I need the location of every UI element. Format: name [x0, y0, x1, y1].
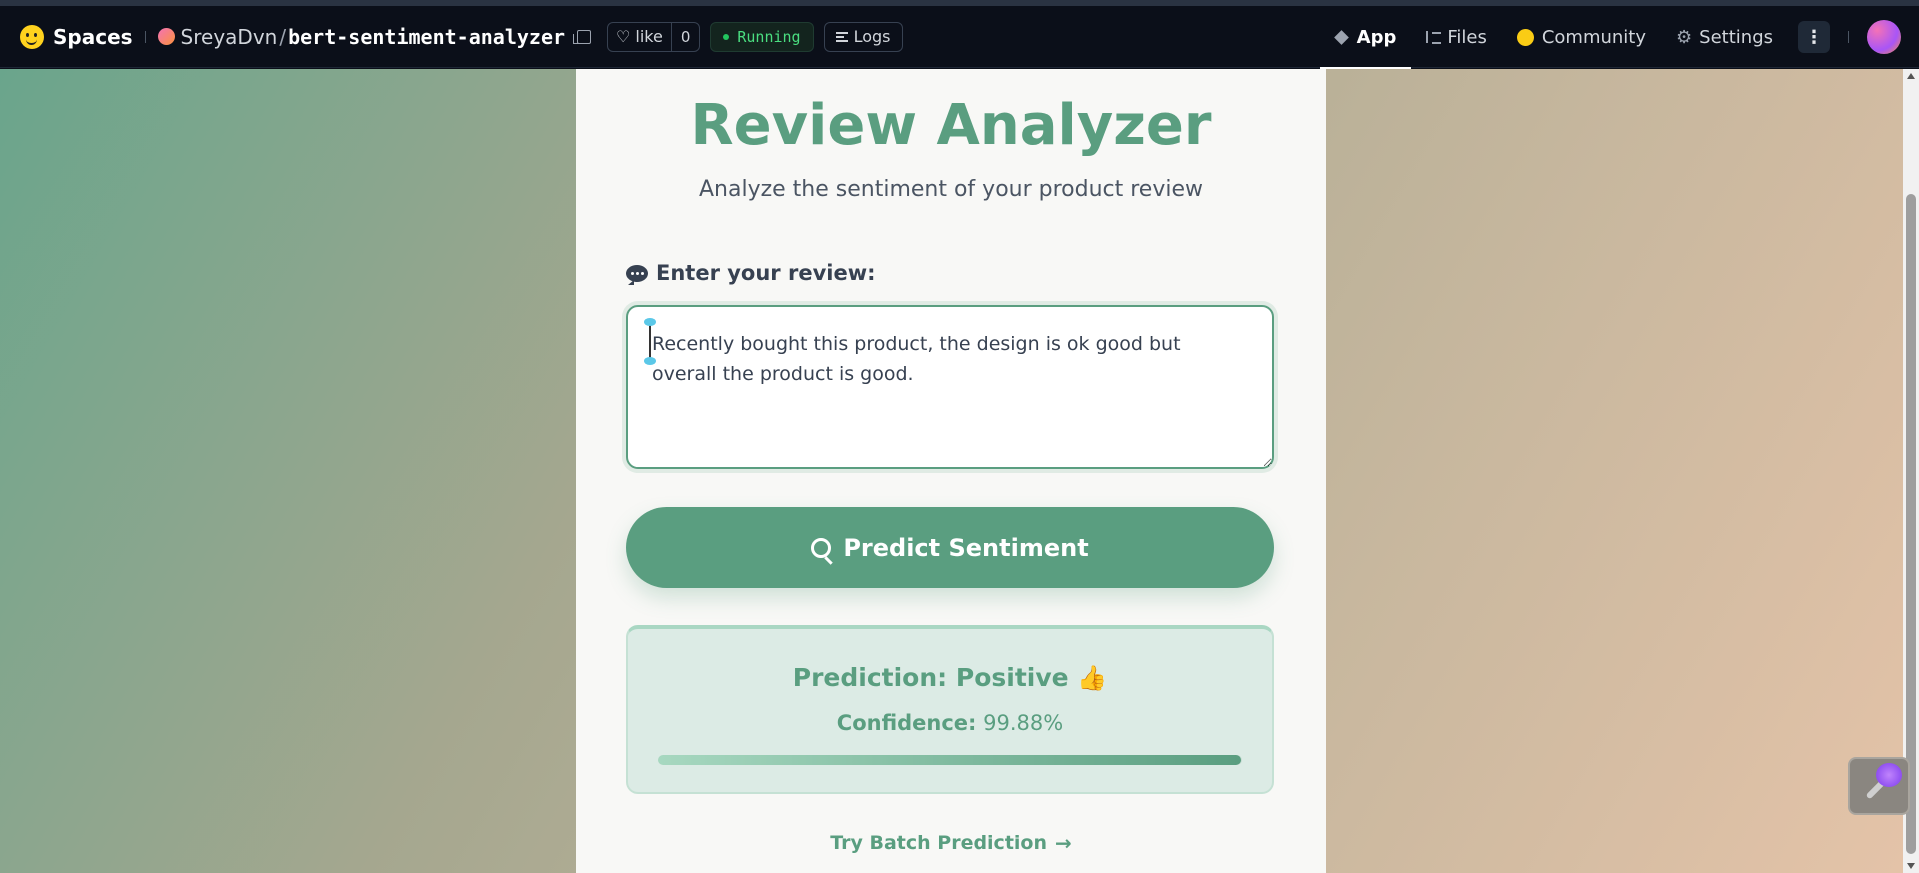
tab-app-label: App: [1356, 26, 1397, 48]
community-icon: [1516, 28, 1534, 46]
logs-label: Logs: [853, 27, 891, 46]
review-input-label: Enter your review:: [626, 261, 876, 285]
app-viewport: Review Analyzer Analyze the sentiment of…: [0, 69, 1903, 873]
review-textarea[interactable]: Recently bought this product, the design…: [626, 305, 1274, 469]
divider: [1848, 31, 1849, 43]
analyzer-card: Review Analyzer Analyze the sentiment of…: [576, 69, 1326, 873]
status-badge: Running: [710, 21, 814, 52]
batch-link-label: Try Batch Prediction: [830, 832, 1047, 854]
confidence-label: Confidence:: [836, 711, 977, 735]
scroll-down-arrow-icon[interactable]: [1907, 863, 1915, 869]
spaces-brand[interactable]: Spaces: [20, 24, 133, 49]
confidence-line: Confidence: 99.88%: [628, 711, 1272, 735]
repo-breadcrumb: SreyaDvn / bert-sentiment-analyzer: [157, 24, 592, 49]
copy-icon[interactable]: [573, 29, 592, 44]
confidence-value: 99.88%: [983, 711, 1064, 735]
files-icon: [1426, 31, 1442, 44]
confidence-bar: [658, 755, 1242, 765]
confidence-bar-fill: [658, 755, 1242, 765]
text-cursor: [649, 323, 651, 361]
speech-bubble-icon: [626, 264, 648, 285]
search-icon: [811, 537, 832, 558]
like-main[interactable]: ♡ like: [608, 27, 671, 46]
prediction-value: Positive: [955, 663, 1069, 692]
status-dot-icon: [723, 33, 730, 40]
page-subtitle: Analyze the sentiment of your product re…: [698, 177, 1203, 202]
scrollbar-thumb[interactable]: [1906, 194, 1916, 854]
breadcrumb-separator: /: [279, 24, 287, 49]
tab-files-label: Files: [1447, 26, 1487, 48]
review-label-text: Enter your review:: [656, 261, 876, 285]
tab-settings[interactable]: ⚙ Settings: [1661, 6, 1788, 68]
gear-icon: ⚙: [1676, 26, 1693, 48]
page-scrollbar[interactable]: [1903, 69, 1919, 873]
prediction-line: Prediction: Positive 👍: [628, 663, 1272, 692]
scroll-up-arrow-icon[interactable]: [1907, 73, 1915, 79]
selection-handle-bottom[interactable]: [644, 357, 656, 365]
predict-button-label: Predict Sentiment: [843, 533, 1089, 562]
batch-prediction-link[interactable]: Try Batch Prediction →: [576, 831, 1326, 855]
owner-avatar: [157, 28, 175, 45]
tab-files[interactable]: Files: [1411, 6, 1502, 68]
tab-app[interactable]: App: [1319, 6, 1412, 69]
more-options-button[interactable]: ⋮: [1798, 21, 1830, 53]
heart-icon: ♡: [616, 27, 631, 46]
arrow-right-icon: →: [1055, 831, 1072, 855]
like-label: like: [635, 27, 663, 46]
brain-icon: [1876, 763, 1902, 787]
prediction-result-panel: Prediction: Positive 👍 Confidence: 99.88…: [626, 625, 1274, 794]
logs-icon: [835, 31, 848, 42]
user-avatar[interactable]: [1867, 20, 1901, 54]
page-title: Review Analyzer: [690, 93, 1212, 158]
predict-sentiment-button[interactable]: Predict Sentiment: [626, 507, 1274, 588]
huggingface-logo-icon: [20, 24, 44, 49]
logs-button[interactable]: Logs: [823, 21, 903, 52]
status-label: Running: [737, 27, 801, 46]
brand-label: Spaces: [53, 24, 133, 49]
header-bar: Spaces SreyaDvn / bert-sentiment-analyze…: [0, 6, 1919, 69]
like-button[interactable]: ♡ like 0: [607, 21, 701, 52]
tab-community-label: Community: [1541, 26, 1647, 48]
tab-community[interactable]: Community: [1502, 6, 1661, 68]
repo-name-link[interactable]: bert-sentiment-analyzer: [288, 25, 565, 49]
floating-assistant-button[interactable]: [1848, 757, 1910, 815]
owner-link[interactable]: SreyaDvn: [181, 25, 278, 49]
selection-handle-top[interactable]: [644, 318, 656, 326]
space-nav: App Files Community ⚙ Settings ⋮: [1319, 6, 1919, 69]
divider: [144, 30, 146, 43]
like-count: 0: [670, 22, 700, 51]
cube-icon: [1333, 29, 1349, 45]
thumbs-up-icon: 👍: [1077, 664, 1108, 692]
tab-settings-label: Settings: [1699, 26, 1773, 48]
prediction-label: Prediction:: [792, 663, 948, 692]
